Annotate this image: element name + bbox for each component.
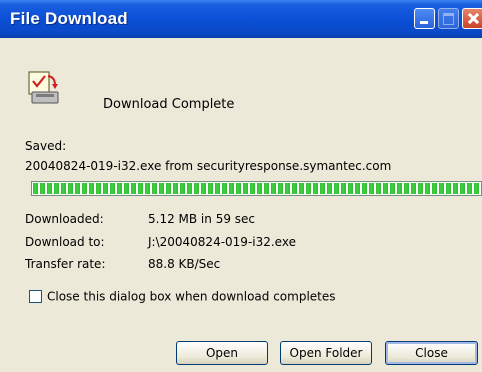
saved-file-line: 20040824-019-i32.exe from securityrespon… — [25, 159, 392, 173]
info-row-transfer-rate: Transfer rate: 88.8 KB/Sec — [25, 257, 220, 271]
info-value: J:\20040824-019-i32.exe — [148, 235, 296, 249]
minimize-icon[interactable] — [414, 8, 435, 29]
info-label: Transfer rate: — [25, 257, 106, 271]
title-bar[interactable]: File Download — [0, 0, 482, 38]
close-when-complete-label[interactable]: Close this dialog box when download comp… — [47, 290, 336, 304]
status-text: Download Complete — [103, 97, 235, 112]
progress-fill — [33, 183, 480, 194]
info-value: 5.12 MB in 59 sec — [148, 212, 256, 226]
maximize-icon — [438, 8, 459, 29]
window-title: File Download — [10, 9, 128, 28]
info-row-downloaded: Downloaded: 5.12 MB in 59 sec — [25, 212, 255, 226]
info-label: Download to: — [25, 235, 105, 249]
info-value: 88.8 KB/Sec — [148, 257, 221, 271]
close-when-complete-option[interactable]: Close this dialog box when download comp… — [29, 289, 336, 305]
info-row-download-to: Download to: J:\20040824-019-i32.exe — [25, 235, 296, 249]
close-when-complete-checkbox[interactable] — [29, 290, 42, 303]
close-icon[interactable] — [462, 8, 482, 29]
download-complete-icon — [28, 71, 59, 104]
open-button[interactable]: Open — [176, 341, 268, 365]
open-folder-button[interactable]: Open Folder — [280, 341, 372, 365]
download-progress-bar — [31, 181, 482, 196]
info-label: Downloaded: — [25, 212, 104, 226]
close-button[interactable]: Close — [385, 341, 478, 365]
saved-label: Saved: — [25, 139, 67, 153]
